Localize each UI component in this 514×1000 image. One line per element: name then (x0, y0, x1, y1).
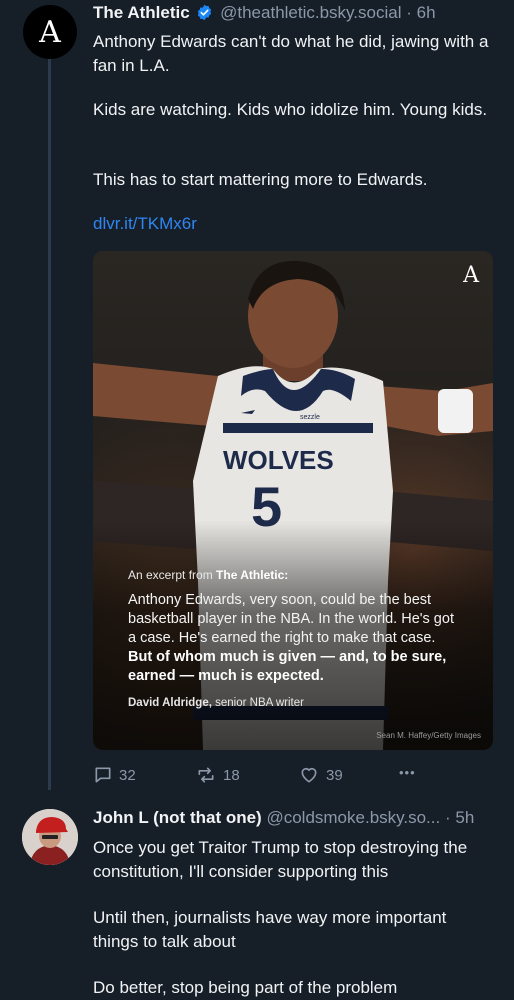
jersey-sponsor: sezzle (300, 414, 320, 421)
heart-icon (301, 767, 317, 783)
reply-separator-dot: · (444, 808, 451, 827)
byline-role: senior NBA writer (211, 697, 304, 709)
excerpt-prefix: An excerpt from (128, 568, 217, 582)
quote-bold: But of whom much is given — and, to be s… (128, 649, 447, 684)
reply-time[interactable]: 5h (455, 808, 474, 827)
reply-text-paragraph: Once you get Traitor Trump to stop destr… (93, 838, 468, 881)
reply-icon (95, 767, 111, 783)
reply-header: John L (not that one) @coldsmoke.bsky.so… (93, 808, 474, 828)
like-count: 39 (326, 766, 343, 784)
post-text-paragraph: Anthony Edwards can't do what he did, ja… (93, 32, 489, 75)
byline-name: David Aldridge, (128, 697, 212, 709)
reply-text-paragraph: Do better, stop being part of the proble… (93, 978, 398, 997)
athletic-corner-logo: A (463, 263, 479, 288)
reply-author-handle[interactable]: @coldsmoke.bsky.so... (266, 808, 440, 827)
athletic-logo: A (39, 14, 61, 50)
author-avatar[interactable]: A (23, 5, 77, 59)
reply-avatar-photo (22, 809, 78, 865)
repost-count: 18 (223, 766, 240, 784)
verified-check-icon (196, 4, 213, 26)
excerpt-quote: Anthony Edwards, very soon, could be the… (128, 591, 458, 686)
reply-count: 32 (119, 766, 136, 784)
post-text-paragraph: This has to start mattering more to Edwa… (93, 170, 428, 189)
separator-dot: · (406, 3, 412, 22)
repost-button[interactable]: 18 (195, 765, 240, 785)
reply-author-name[interactable]: John L (not that one) (93, 808, 262, 827)
jersey-team: WOLVES (223, 445, 334, 475)
thread-line (48, 58, 51, 790)
photo-credit: Sean M. Haffey/Getty Images (376, 731, 481, 740)
embedded-image-card[interactable]: WOLVES 5 sezzle A An excerpt from The At… (93, 251, 493, 750)
excerpt-byline: David Aldridge, senior NBA writer (128, 697, 304, 709)
excerpt-source: The Athletic: (216, 568, 289, 582)
post-link[interactable]: dlvr.it/TKMx6r (93, 214, 197, 234)
reply-button[interactable]: 32 (93, 765, 136, 785)
reply-author-avatar[interactable] (22, 809, 78, 865)
more-options-button[interactable]: ••• (399, 765, 416, 780)
repost-icon (198, 767, 214, 783)
excerpt-label: An excerpt from The Athletic: (128, 568, 288, 582)
post-text-paragraph: Kids are watching. Kids who idolize him.… (93, 100, 488, 119)
post-actions: 32 18 39 ••• (93, 765, 433, 785)
quote-plain: Anthony Edwards, very soon, could be the… (128, 592, 454, 646)
author-handle[interactable]: @theathletic.bsky.social (220, 3, 401, 22)
like-button[interactable]: 39 (298, 765, 343, 785)
author-name[interactable]: The Athletic (93, 3, 190, 22)
post-header: The Athletic @theathletic.bsky.social · … (93, 3, 436, 26)
reply-text-paragraph: Until then, journalists have way more im… (93, 908, 447, 951)
more-icon: ••• (399, 765, 416, 780)
post-time[interactable]: 6h (417, 3, 436, 22)
